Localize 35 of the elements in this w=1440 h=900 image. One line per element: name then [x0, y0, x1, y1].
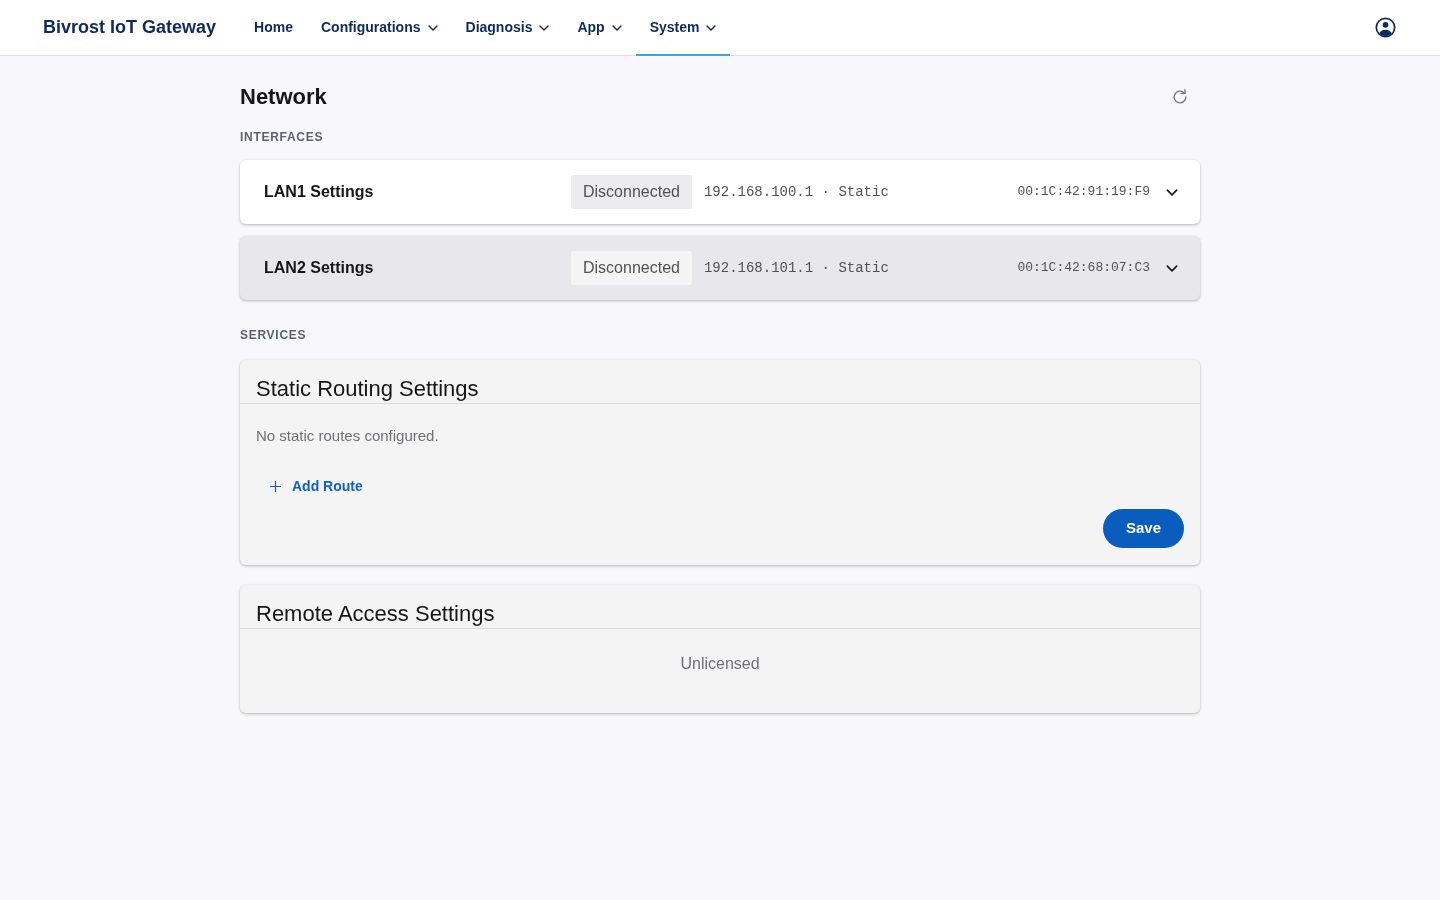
nav-menu[interactable]: System: [635, 0, 731, 56]
nav-menu[interactable]: Diagnosis: [451, 0, 564, 56]
nav-link[interactable]: Home: [240, 0, 307, 56]
empty-message: No static routes configured.: [256, 426, 440, 446]
brand-title: Bivrost IoT Gateway: [43, 16, 217, 39]
caret-icon: [706, 25, 717, 31]
status-label: Disconnected: [571, 175, 692, 209]
page-title: Network: [240, 83, 327, 111]
add-route-button[interactable]: Add Route: [264, 468, 369, 504]
mac-address: 00:1C:42:68:07:C3: [1017, 259, 1150, 278]
card-title: Static Routing Settings: [256, 375, 480, 403]
user-avatar-icon: [1374, 17, 1396, 38]
address-text: 192.168.101.1 · Static: [703, 258, 889, 278]
chevron-icon: [1166, 264, 1178, 272]
address-text: 192.168.100.1 · Static: [703, 182, 889, 202]
status-message: Unlicensed: [680, 653, 760, 674]
interface-name: LAN1 Settings: [264, 182, 375, 202]
caret-icon: [539, 25, 550, 31]
card-title: Remote Access Settings: [256, 599, 496, 628]
caret-icon: [611, 25, 622, 31]
status-label: Disconnected: [571, 251, 692, 285]
save-button[interactable]: Save: [1103, 508, 1184, 548]
interface-name: LAN2 Settings: [264, 258, 375, 278]
mac-address: 00:1C:42:91:19:F9: [1017, 183, 1150, 202]
account-button[interactable]: [1373, 15, 1397, 40]
section-label: INTERFACES: [240, 129, 325, 146]
section-label: SERVICES: [240, 327, 308, 344]
plus-icon: [270, 480, 281, 492]
interface-row[interactable]: LAN2 Settings Disconnected 192.168.101.1 · Static 00:1C:42:68:07:C3: [240, 236, 1200, 300]
nav-menu[interactable]: App: [563, 0, 636, 56]
interface-row[interactable]: LAN1 Settings Disconnected 192.168.100.1 · Static 00:1C:42:91:19:F9: [240, 160, 1200, 224]
nav-menu[interactable]: Configurations: [306, 0, 452, 56]
chevron-icon: [1166, 188, 1178, 196]
caret-icon: [427, 25, 438, 31]
refresh-icon: [1171, 88, 1189, 106]
